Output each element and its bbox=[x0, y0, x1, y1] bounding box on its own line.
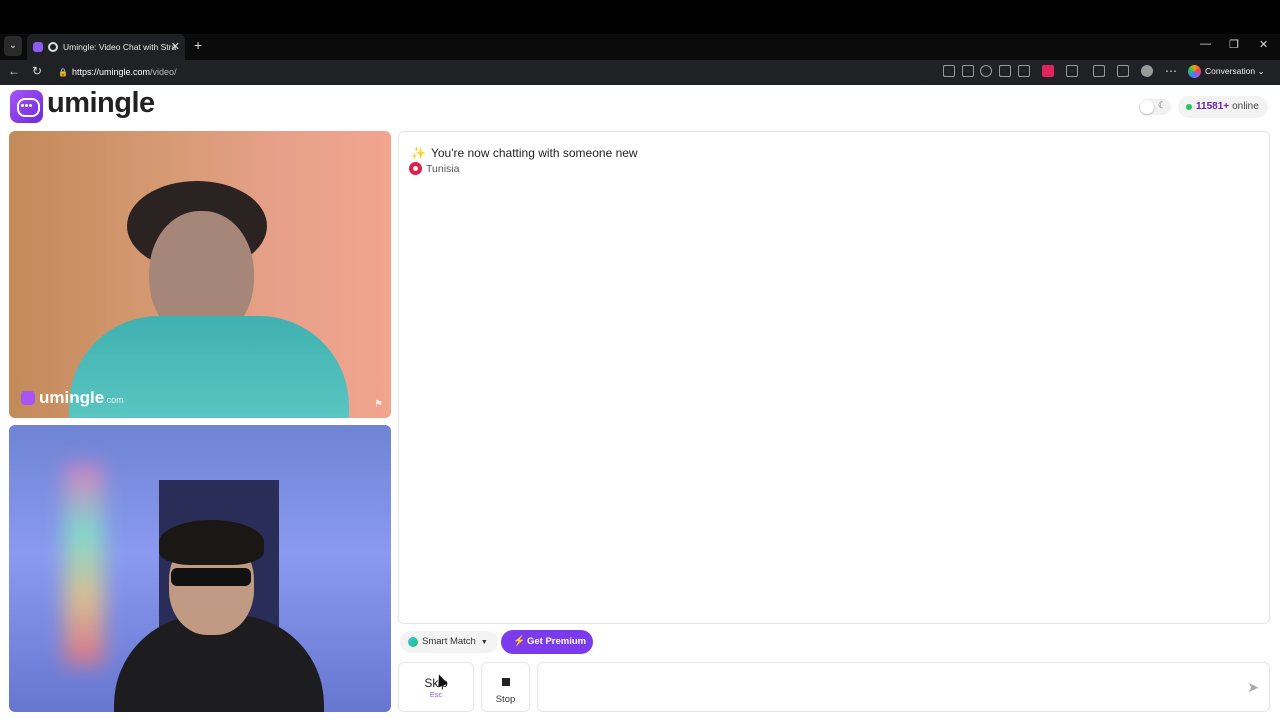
system-message: ✨ You're now chatting with someone new bbox=[411, 146, 638, 160]
smart-match-label: Smart Match bbox=[422, 636, 476, 647]
copilot-button[interactable]: Conversation ⌄ bbox=[1188, 65, 1265, 78]
chat-panel: ✨ You're now chatting with someone new Tu… bbox=[398, 131, 1270, 624]
tab-umingle[interactable]: Umingle: Video Chat with Stra ✕ bbox=[27, 34, 185, 60]
watermark-text: umingle bbox=[39, 388, 105, 407]
video-watermark: umingle.com bbox=[21, 388, 124, 408]
video-figure bbox=[159, 520, 264, 565]
copilot-icon bbox=[1188, 65, 1201, 78]
toggle-knob bbox=[1140, 100, 1154, 114]
tab-strip: ⌄ Umingle: Video Chat with Stra ✕ + bbox=[0, 34, 1280, 60]
camera-icon[interactable] bbox=[943, 65, 955, 77]
address-toolbar: ← ↻ 🔒 https://umingle.com/video/ ⋯ Conve… bbox=[0, 60, 1280, 85]
country-name: Tunisia bbox=[426, 163, 460, 175]
self-video bbox=[9, 425, 391, 712]
translate-icon[interactable] bbox=[962, 65, 974, 77]
tab-actions-menu-icon[interactable]: ⌄ bbox=[4, 36, 22, 56]
premium-label: Get Premium bbox=[527, 636, 587, 647]
favorite-star-icon[interactable] bbox=[1018, 65, 1030, 77]
profile-avatar-icon[interactable] bbox=[1141, 65, 1153, 77]
stop-square-icon bbox=[501, 678, 510, 686]
minimize-icon[interactable]: — bbox=[1200, 38, 1211, 50]
caret-down-icon: ▼ bbox=[480, 639, 488, 646]
browser-window: ⌄ Umingle: Video Chat with Stra ✕ + — ❐ … bbox=[0, 0, 1280, 720]
more-options-icon[interactable]: ⋯ bbox=[1165, 64, 1177, 78]
report-flag-icon[interactable]: ⚑ bbox=[374, 399, 383, 410]
moon-icon: ☾ bbox=[1158, 100, 1167, 110]
chat-bubble-logo-icon bbox=[10, 90, 43, 123]
stranger-country: Tunisia bbox=[409, 162, 459, 175]
zoom-icon[interactable] bbox=[980, 65, 992, 77]
refresh-icon[interactable]: ↻ bbox=[32, 64, 42, 78]
watermark-suffix: .com bbox=[104, 395, 124, 405]
tab-title: Umingle: Video Chat with Stra bbox=[63, 42, 177, 52]
skip-shortcut: Esc bbox=[429, 690, 443, 699]
message-box: ➤ bbox=[537, 662, 1270, 712]
back-icon[interactable]: ← bbox=[8, 64, 20, 78]
close-tab-icon[interactable]: ✕ bbox=[171, 34, 180, 60]
get-premium-button[interactable]: ⚡ Get Premium bbox=[501, 630, 593, 654]
umingle-favicon-icon bbox=[33, 42, 43, 52]
address-bar[interactable]: 🔒 https://umingle.com/video/ bbox=[52, 63, 932, 82]
new-tab-icon[interactable]: + bbox=[194, 37, 202, 53]
logo-text: umingle bbox=[47, 87, 155, 119]
stranger-video: umingle.com ⚑ bbox=[9, 131, 391, 418]
restore-icon[interactable]: ❐ bbox=[1229, 38, 1239, 51]
online-label: online bbox=[1232, 101, 1259, 112]
browser-essentials-icon[interactable] bbox=[1093, 65, 1105, 77]
close-window-icon[interactable]: ✕ bbox=[1259, 38, 1268, 51]
umingle-watermark-icon bbox=[21, 391, 35, 405]
lightning-icon: ⚡ bbox=[513, 636, 526, 647]
globe-icon bbox=[408, 637, 418, 647]
video-light bbox=[64, 465, 104, 665]
shield-extension-icon[interactable] bbox=[1042, 65, 1054, 77]
online-counter: 11581+ online bbox=[1178, 96, 1268, 118]
dark-mode-toggle[interactable]: ☾ bbox=[1139, 99, 1171, 115]
system-message-text: You're now chatting with someone new bbox=[430, 146, 638, 160]
lock-icon: 🔒 bbox=[58, 68, 68, 77]
tunisia-flag-icon bbox=[409, 162, 422, 175]
umingle-page: umingle ☾ 11581+ online umingle.com ⚑ ✨ … bbox=[0, 85, 1280, 720]
reader-icon[interactable] bbox=[999, 65, 1011, 77]
stop-button[interactable]: Stop bbox=[481, 662, 530, 712]
url-host: https://umingle.com bbox=[72, 67, 151, 77]
send-icon[interactable]: ➤ bbox=[1247, 679, 1259, 696]
copilot-label: Conversation bbox=[1205, 65, 1256, 76]
online-count: 11581+ bbox=[1196, 101, 1230, 112]
favorites-icon[interactable] bbox=[1117, 65, 1129, 77]
video-figure bbox=[171, 568, 251, 586]
stop-label: Stop bbox=[495, 694, 516, 705]
extensions-icon[interactable] bbox=[1066, 65, 1078, 77]
message-input[interactable] bbox=[548, 673, 1228, 703]
url-path: /video/ bbox=[150, 67, 177, 77]
recording-indicator-icon bbox=[48, 42, 58, 52]
online-dot-icon bbox=[1186, 104, 1192, 110]
sparkles-icon: ✨ bbox=[411, 146, 426, 160]
smart-match-dropdown[interactable]: Smart Match ▼ bbox=[400, 631, 498, 653]
skip-button[interactable]: Skip Esc bbox=[398, 662, 474, 712]
